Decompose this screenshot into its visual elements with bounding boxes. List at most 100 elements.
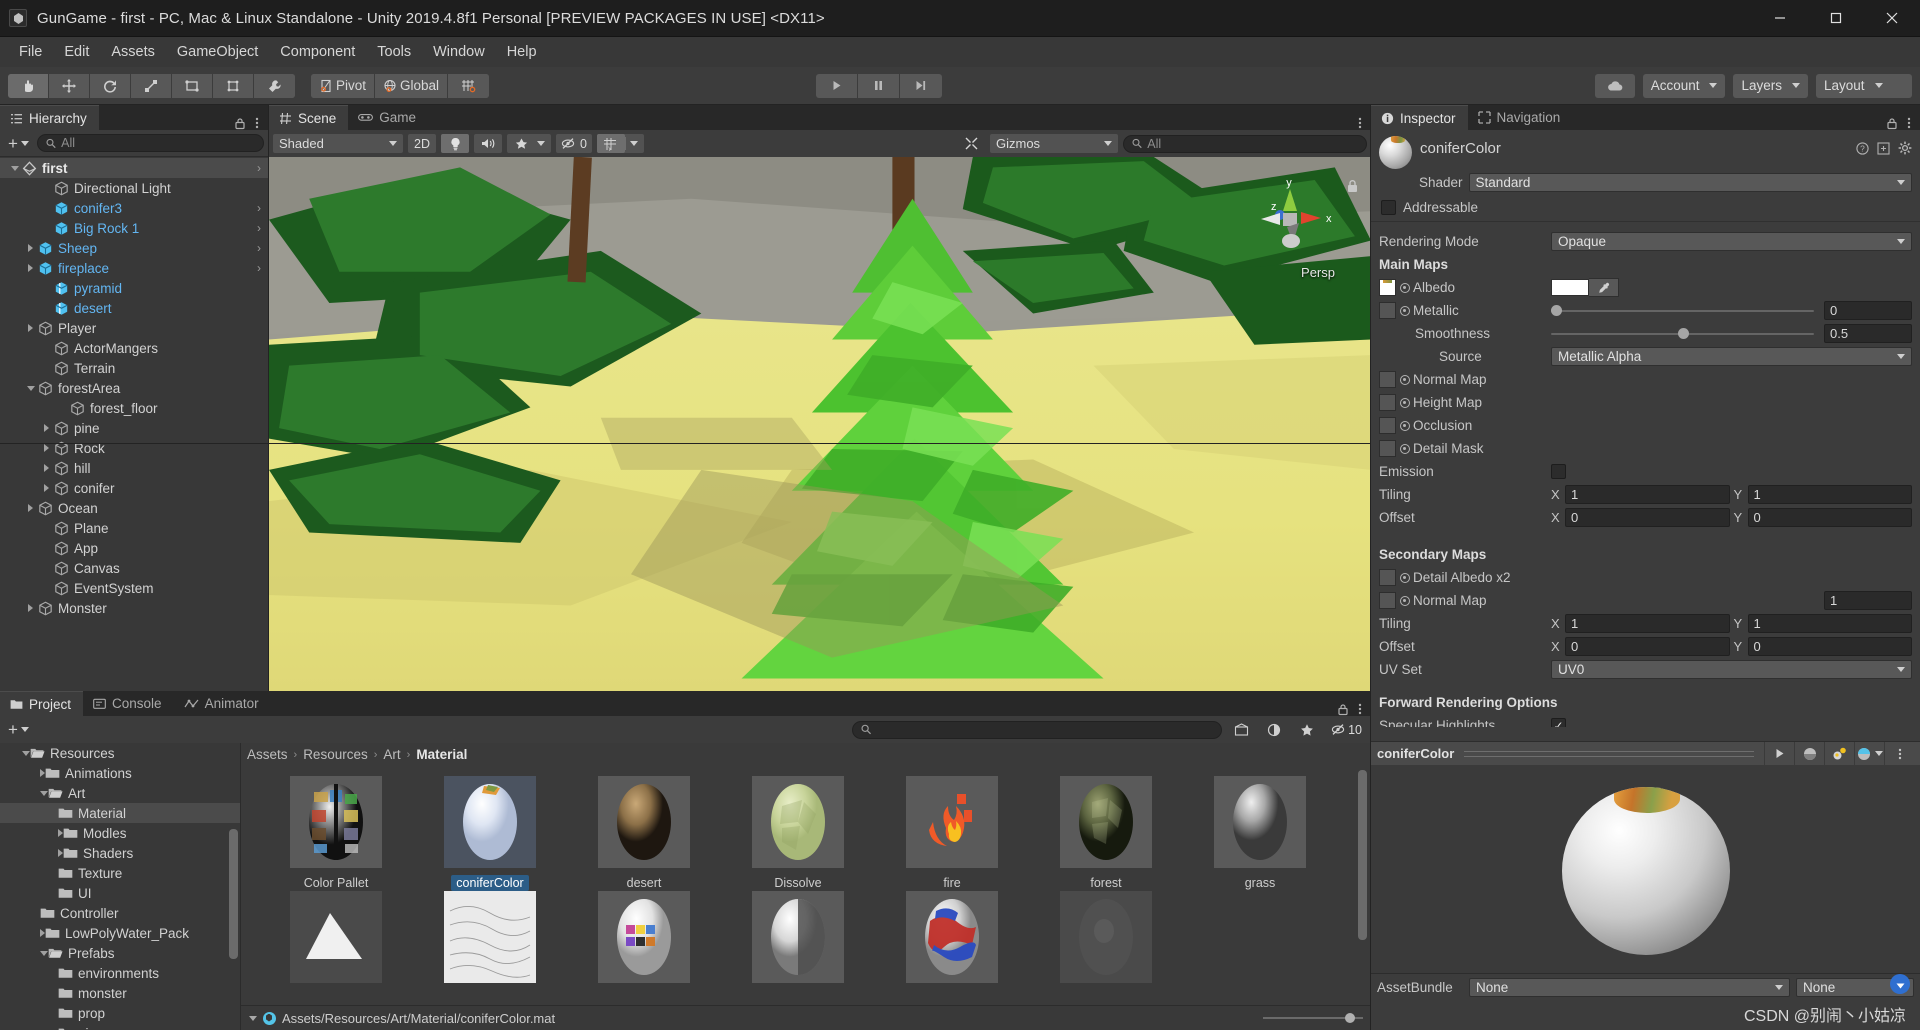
hierarchy-item-desert[interactable]: desert [0, 298, 268, 318]
hierarchy-item-big-rock-1[interactable]: Big Rock 1 › [0, 218, 268, 238]
asset-thumbnail[interactable] [906, 776, 998, 868]
toggle-2d-button[interactable]: 2D [408, 134, 436, 153]
tiling-x-field[interactable]: 1 [1565, 485, 1730, 504]
addressable-checkbox[interactable] [1381, 200, 1396, 215]
gizmos-dropdown[interactable]: Gizmos [990, 134, 1118, 153]
scene-lighting-button[interactable] [441, 134, 469, 153]
project-create-button[interactable]: + [4, 719, 33, 740]
asset-item[interactable]: coniferColor [413, 776, 567, 891]
disclosure-triangle[interactable] [40, 424, 53, 432]
project-tree-scrollbar[interactable] [229, 743, 238, 1030]
tab-hierarchy[interactable]: Hierarchy [0, 105, 99, 130]
detail-mask-toggle-icon[interactable] [1400, 443, 1410, 454]
asset-grid-scrollbar[interactable] [1358, 770, 1367, 1001]
rendering-mode-dropdown[interactable]: Opaque [1551, 232, 1912, 251]
disclosure-triangle[interactable] [24, 385, 37, 391]
breadcrumb-item-art[interactable]: Art [383, 747, 400, 762]
source-dropdown[interactable]: Metallic Alpha [1551, 347, 1912, 366]
secondary-normal-toggle-icon[interactable] [1400, 595, 1410, 606]
disclosure-triangle[interactable] [40, 444, 53, 452]
asset-item[interactable] [721, 891, 875, 992]
breadcrumb-item-assets[interactable]: Assets [247, 747, 288, 762]
detail-mask-texture-slot[interactable] [1379, 440, 1396, 457]
scale-tool-button[interactable] [131, 73, 172, 98]
menu-edit[interactable]: Edit [53, 41, 100, 63]
asset-item[interactable]: fire [875, 776, 1029, 891]
material-preview-viewport[interactable] [1371, 765, 1920, 973]
hierarchy-item-fireplace[interactable]: fireplace › [0, 258, 268, 278]
smoothness-value-field[interactable]: 0.5 [1824, 324, 1912, 343]
disclosure-triangle[interactable] [24, 604, 37, 612]
secondary-offset-x-field[interactable]: 0 [1565, 637, 1730, 656]
asset-item[interactable]: forest [1029, 776, 1183, 891]
disclosure-triangle[interactable] [40, 790, 48, 796]
scene-view-gizmo[interactable]: y z x [1247, 175, 1333, 261]
project-folder-lowpolywater-pack[interactable]: LowPolyWater_Pack [0, 923, 240, 943]
project-folder-environments[interactable]: environments [0, 963, 240, 983]
disclosure-triangle[interactable] [40, 484, 53, 492]
scene-lock-icon[interactable] [1346, 179, 1359, 197]
project-folder-modles[interactable]: Modles [0, 823, 240, 843]
hierarchy-item-player[interactable]: Player [0, 318, 268, 338]
hierarchy-item-hill[interactable]: hill [0, 458, 268, 478]
metallic-value-field[interactable]: 0 [1824, 301, 1912, 320]
disclosure-triangle[interactable] [40, 464, 53, 472]
tab-scene[interactable]: Scene [269, 105, 349, 130]
asset-thumbnail[interactable] [444, 776, 536, 868]
tab-inspector[interactable]: Inspector [1371, 105, 1468, 130]
rotate-tool-button[interactable] [90, 73, 131, 98]
project-folder-ui[interactable]: ui [0, 1023, 240, 1030]
project-folder-material[interactable]: Material [0, 803, 240, 823]
height-map-toggle-icon[interactable] [1400, 397, 1410, 408]
preview-lighting-button[interactable] [1824, 741, 1854, 766]
hierarchy-item-canvas[interactable]: Canvas [0, 558, 268, 578]
assetbundle-dropdown[interactable]: None [1469, 978, 1790, 997]
scene-search-box[interactable] [1123, 134, 1367, 153]
tiling-y-field[interactable]: 1 [1747, 485, 1912, 504]
secondary-normal-texture-slot[interactable] [1379, 592, 1396, 609]
asset-item[interactable] [567, 891, 721, 992]
shader-dropdown[interactable]: Standard [1468, 173, 1912, 192]
secondary-normal-value-field[interactable]: 1 [1824, 591, 1912, 610]
hierarchy-item-forest-floor[interactable]: forest_floor [0, 398, 268, 418]
disclosure-triangle[interactable] [22, 750, 30, 756]
project-folder-prefabs[interactable]: Prefabs [0, 943, 240, 963]
tab-game[interactable]: Game [348, 105, 428, 130]
global-toggle-button[interactable]: Global [375, 73, 449, 98]
project-folder-controller[interactable]: Controller [0, 903, 240, 923]
metallic-slider[interactable] [1551, 303, 1814, 319]
asset-thumbnail[interactable] [290, 776, 382, 868]
scene-grid-visibility-button[interactable]: y [596, 134, 625, 153]
disclosure-triangle[interactable] [24, 504, 37, 512]
hierarchy-search-input[interactable] [61, 136, 255, 150]
asset-thumbnail[interactable] [290, 891, 382, 983]
albedo-texture-slot[interactable] [1379, 279, 1396, 296]
asset-item[interactable]: Color Pallet [259, 776, 413, 891]
albedo-color-swatch[interactable] [1551, 279, 1589, 296]
rect-tool-button[interactable] [172, 73, 213, 98]
scene-fx-button[interactable] [507, 134, 535, 153]
gear-icon[interactable] [1898, 141, 1912, 155]
hierarchy-item-ocean[interactable]: Ocean [0, 498, 268, 518]
disclosure-triangle[interactable] [40, 950, 48, 956]
scene-search-input[interactable] [1147, 136, 1358, 151]
asset-thumbnail[interactable] [444, 891, 536, 983]
hierarchy-item-conifer[interactable]: conifer [0, 478, 268, 498]
hand-tool-button[interactable] [8, 73, 49, 98]
menu-file[interactable]: File [8, 41, 53, 63]
hierarchy-item-menu-icon[interactable]: › [257, 161, 262, 175]
scene-viewport[interactable]: y z x Persp [269, 157, 1371, 691]
asset-thumbnail[interactable] [1060, 891, 1152, 983]
disclosure-triangle[interactable] [24, 324, 37, 332]
project-label-filter-button[interactable] [1293, 720, 1321, 739]
tab-project[interactable]: Project [0, 691, 84, 716]
hierarchy-item-plane[interactable]: Plane [0, 518, 268, 538]
smoothness-slider[interactable] [1551, 326, 1814, 342]
hierarchy-item-menu-icon[interactable]: › [257, 261, 262, 275]
custom-tool-button[interactable] [254, 73, 295, 98]
pause-button[interactable] [858, 73, 900, 98]
help-icon[interactable]: ? [1856, 141, 1869, 155]
hierarchy-item-rock[interactable]: Rock [0, 438, 268, 458]
chevron-down-icon[interactable] [629, 141, 638, 146]
secondary-tiling-x-field[interactable]: 1 [1565, 614, 1730, 633]
